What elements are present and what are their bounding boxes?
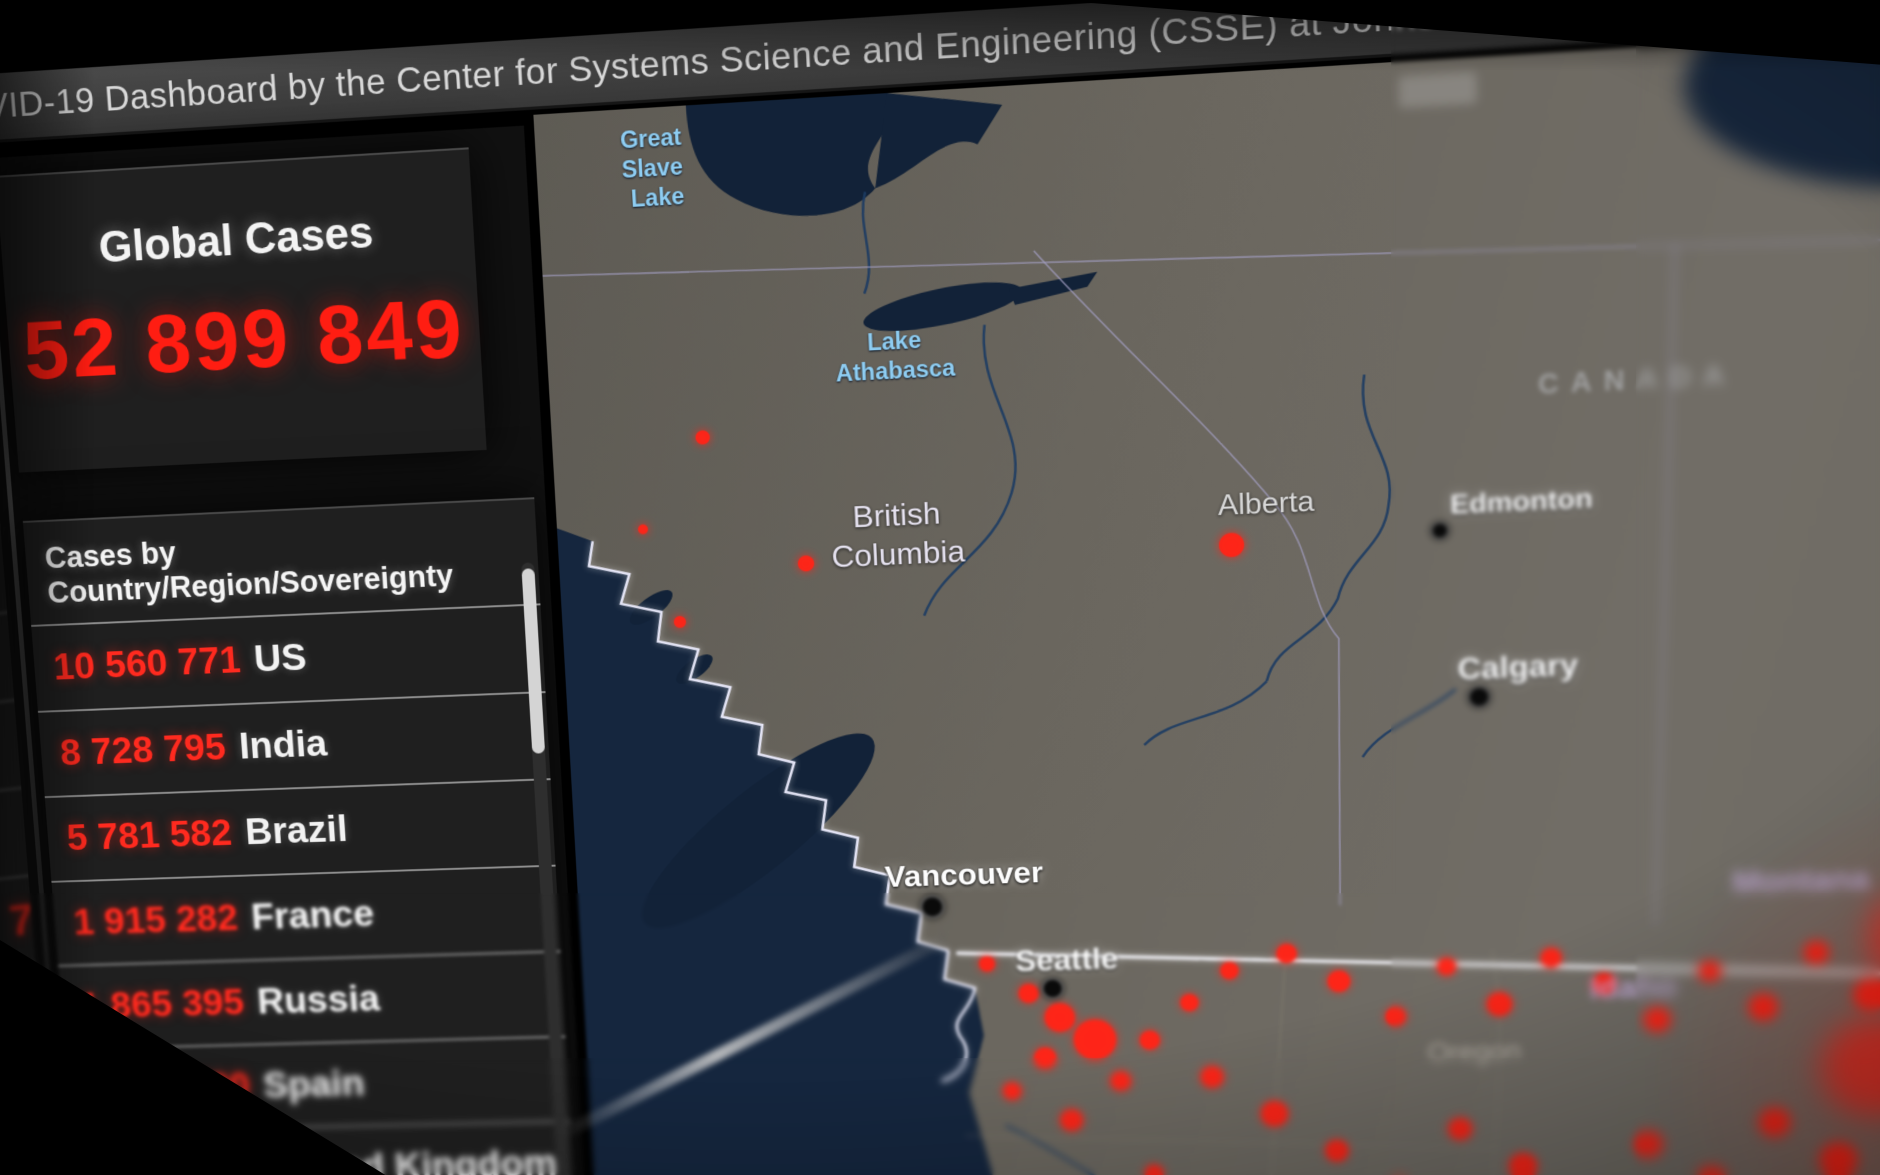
case-cluster (1821, 1017, 1880, 1118)
map-label-oregon: Oregon (1427, 1035, 1521, 1070)
country-name: Russia (256, 978, 381, 1023)
case-dot (1219, 532, 1245, 557)
dashboard-screen: COVID-19 Dashboard by the Center for Sys… (0, 0, 1880, 1175)
case-clusters-blurred (1820, 872, 1880, 1175)
city-label-seattle: Seattle (1015, 941, 1119, 979)
country-row[interactable]: 1 915 282France (51, 865, 560, 965)
global-cases-panel: Global Cases 52 899 849 (0, 147, 487, 472)
country-name: Brazil (244, 808, 349, 853)
case-dot (1220, 962, 1239, 980)
global-cases-value: 52 899 849 (6, 279, 483, 400)
map-label-montana: Montana (1732, 859, 1869, 902)
case-dot (1110, 1071, 1131, 1091)
case-dot (1261, 1101, 1288, 1126)
case-dot (1696, 1167, 1728, 1175)
case-dot (1509, 1153, 1536, 1175)
case-dot (1180, 994, 1199, 1012)
country-name: Spain (262, 1063, 366, 1106)
map-label-great-slave-lake: Great Slave Lake (587, 122, 685, 215)
case-count: 5 781 582 (65, 812, 233, 859)
case-dot (1018, 984, 1039, 1004)
country-cases-panel: Cases by Country/Region/Sovereignty 10 5… (23, 497, 584, 1175)
country-rows: 10 560 771US8 728 795India5 781 582Brazi… (31, 603, 584, 1175)
case-count: 1 915 282 (72, 898, 239, 944)
case-count: 1 293 728 (92, 1150, 258, 1175)
city-label-edmonton: Edmonton (1450, 483, 1593, 521)
city-label-vancouver: Vancouver (884, 855, 1044, 895)
hudson-bay-shapes (1683, 10, 1880, 380)
case-count: 10 560 771 (52, 639, 242, 689)
case-dot (1145, 1165, 1164, 1175)
case-dot (1437, 958, 1456, 976)
case-dot (1044, 1003, 1075, 1032)
case-dot (1139, 1030, 1160, 1050)
case-dot (1805, 941, 1829, 963)
map-label-alberta: Alberta (1217, 483, 1314, 524)
case-dot (1854, 979, 1880, 1009)
case-dot (1034, 1047, 1057, 1068)
map-widget-blurred (1398, 72, 1476, 108)
country-name: US (253, 637, 308, 682)
case-dot (1820, 1143, 1856, 1175)
country-row[interactable]: 5 781 582Brazil (45, 778, 556, 881)
case-count: 8 728 795 (59, 727, 228, 775)
case-count: 1 437 220 (85, 1066, 251, 1111)
great-slave-lake-shape (686, 86, 1006, 222)
case-dot (1325, 1140, 1348, 1161)
case-dot (1634, 1131, 1662, 1157)
case-dot (1327, 970, 1350, 992)
case-dot (1003, 1082, 1022, 1099)
case-count: 1 865 395 (79, 982, 246, 1027)
case-dot (638, 524, 649, 534)
country-row[interactable]: 1 865 395Russia (58, 950, 565, 1048)
country-name: India (238, 723, 329, 768)
case-dot (674, 616, 687, 628)
map-label-british-columbia: British Columbia (809, 492, 986, 577)
case-dot (1645, 1008, 1671, 1032)
case-dot (695, 430, 710, 445)
country-name: France (250, 893, 376, 938)
country-row[interactable]: 1 437 220 Spain (65, 1036, 571, 1132)
map-svg (533, 10, 1880, 1175)
city-label-calgary: Calgary (1457, 647, 1578, 688)
map-label-lake-athabasca: Lake Athabasca (816, 323, 975, 389)
dashboard-photo: couermanyouth AfricaIran7Poland30Chile80… (0, 0, 1880, 1175)
case-dot (1760, 1108, 1790, 1136)
case-dot (1487, 992, 1512, 1016)
case-dot (1749, 994, 1777, 1020)
case-dot (1385, 1007, 1406, 1027)
map-canvas[interactable]: Great Slave LakeLake AthabascaCANADAAlbe… (533, 10, 1880, 1175)
case-dot (979, 956, 996, 972)
case-dot (1699, 961, 1720, 981)
case-dot (1201, 1066, 1224, 1088)
map-label-idaho: Idaho (1589, 968, 1677, 1008)
case-dot (1073, 1019, 1117, 1060)
case-dot (1060, 1109, 1083, 1130)
case-dot (1449, 1118, 1472, 1140)
global-cases-label: Global Cases (0, 202, 475, 279)
case-cluster (1869, 881, 1880, 994)
country-name: United Kingdom (268, 1143, 558, 1175)
